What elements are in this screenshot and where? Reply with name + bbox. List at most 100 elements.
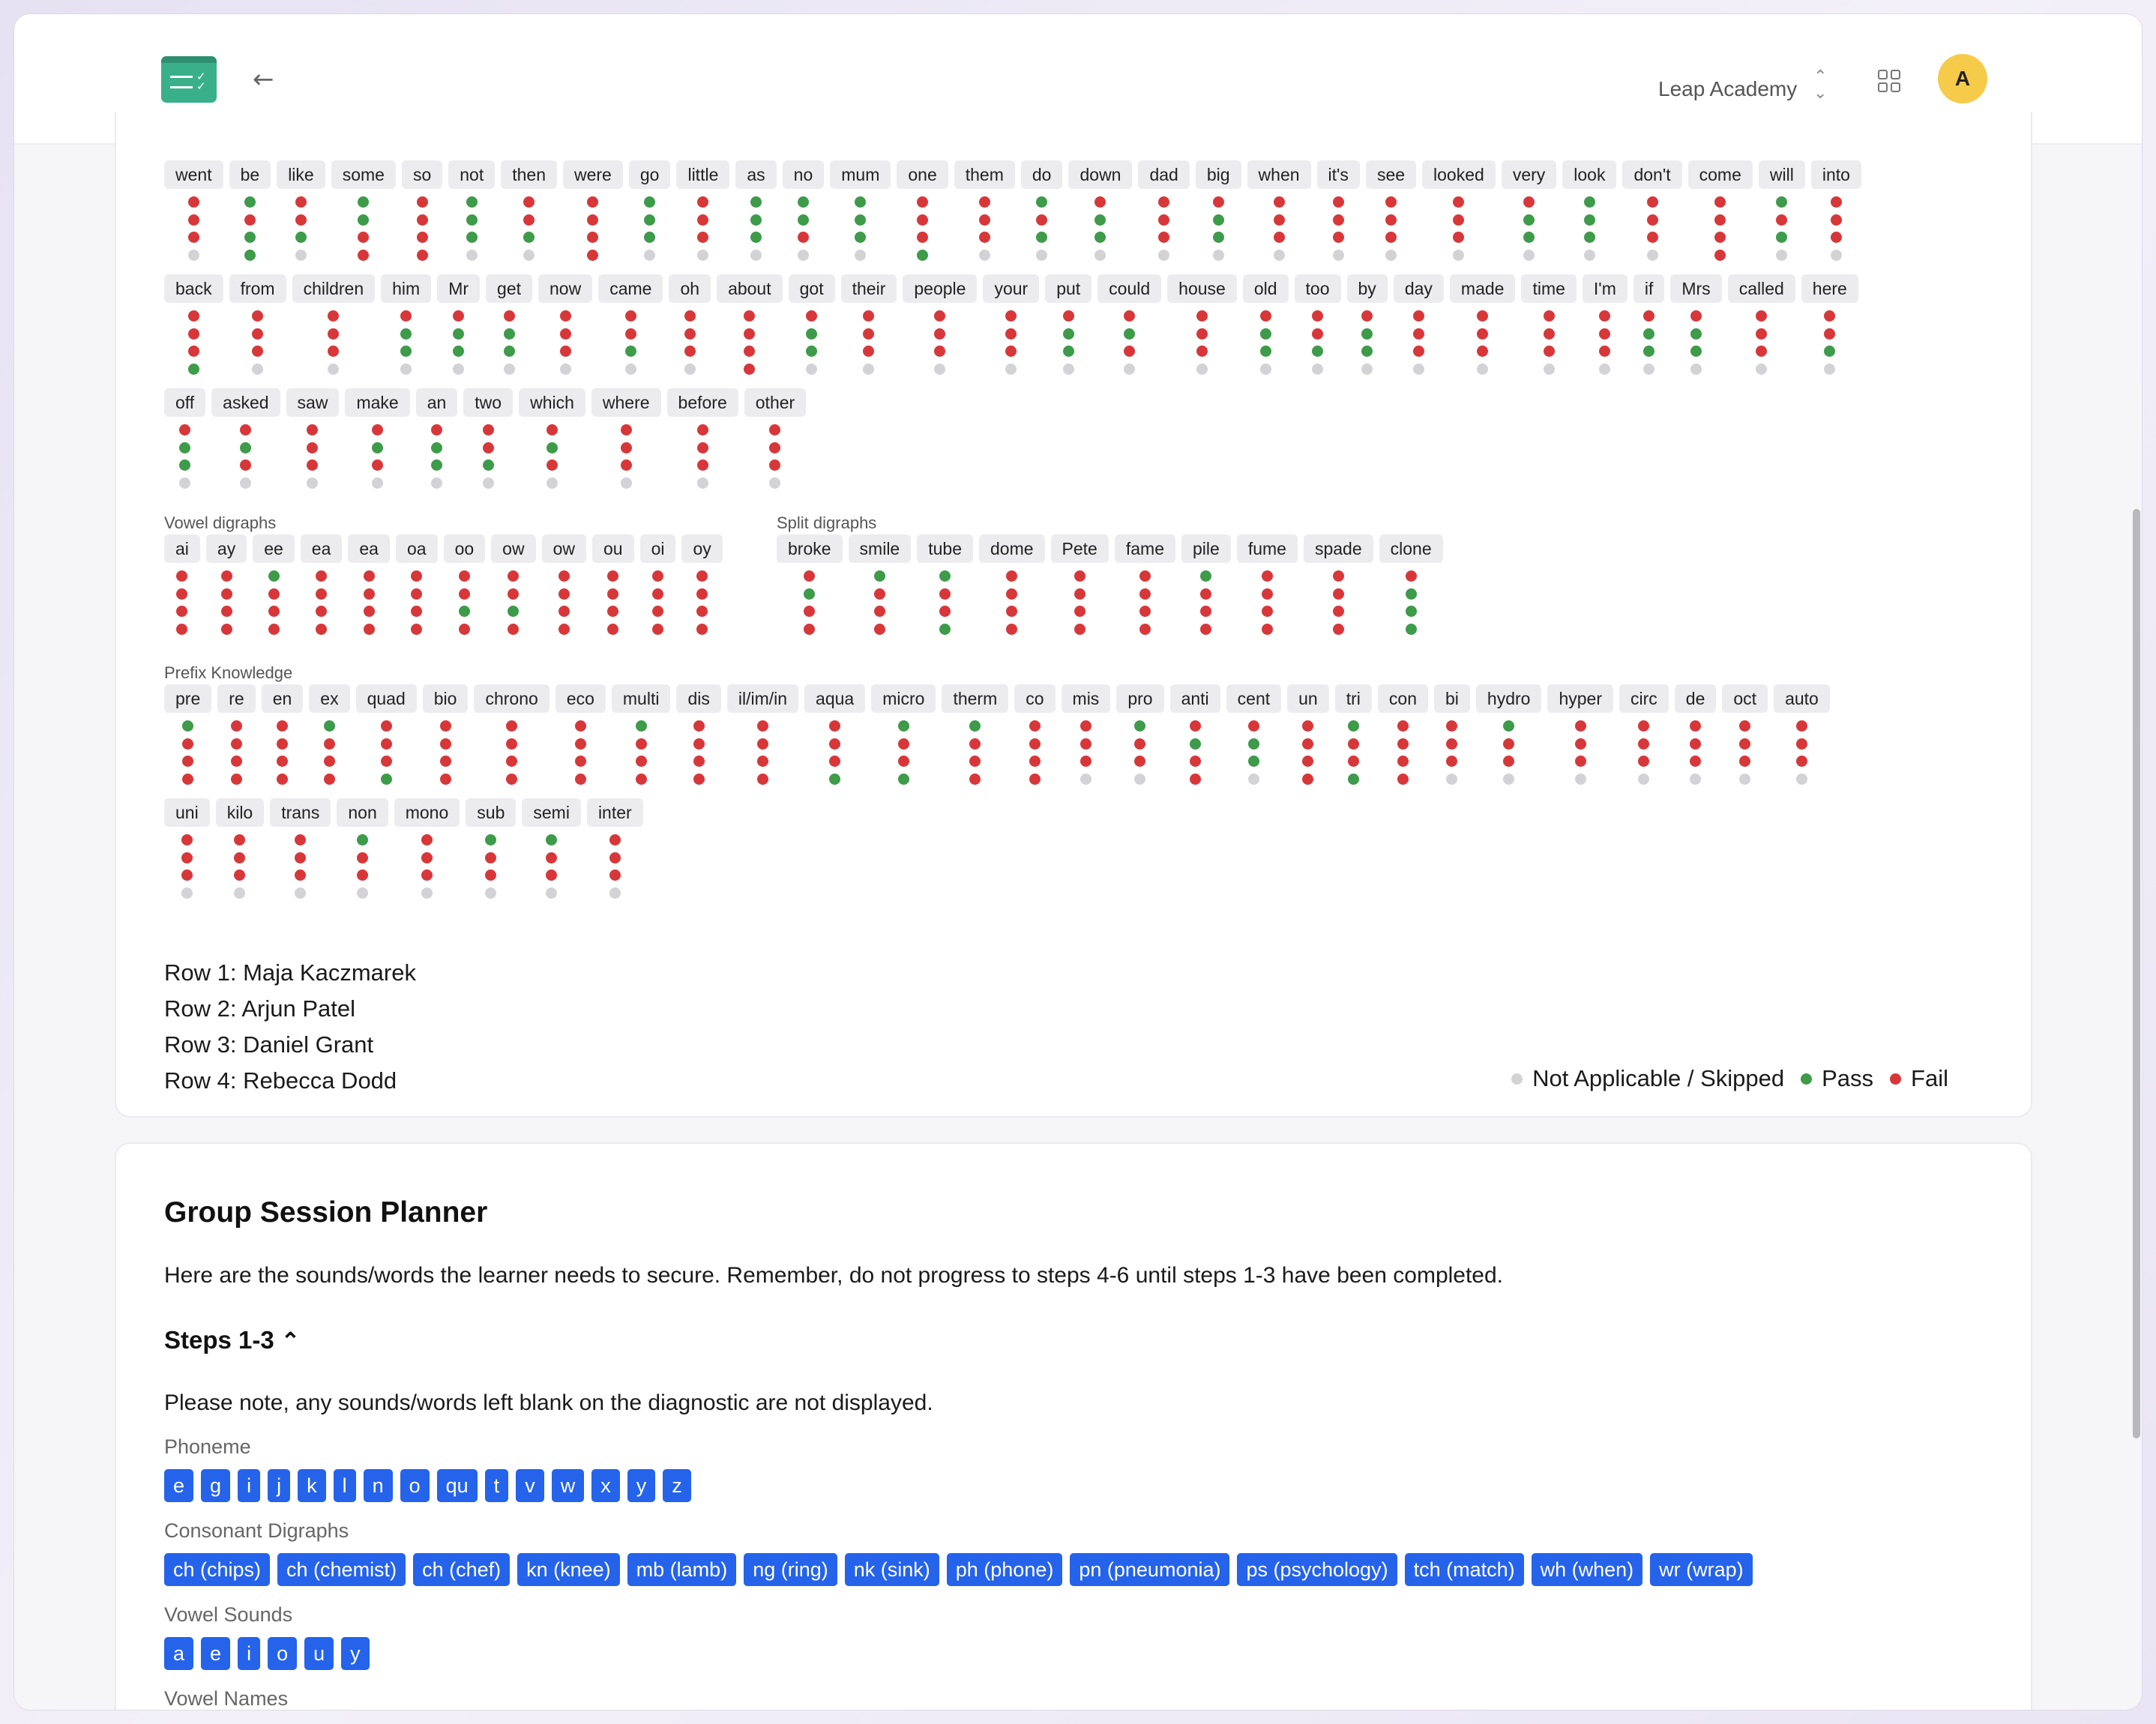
avatar[interactable]: A (1938, 54, 1987, 103)
vowel-sound-button[interactable]: y (341, 1637, 370, 1670)
word-chip: do (1020, 160, 1063, 189)
fail-dot (1273, 232, 1285, 243)
fail-dot (323, 756, 335, 767)
chevron-up-down-icon[interactable]: ⌃ ⌄ (1813, 68, 1827, 101)
phoneme-button[interactable]: j (268, 1469, 291, 1502)
result-dots (453, 310, 465, 381)
pass-dot (644, 232, 656, 243)
consonant-digraph-button[interactable]: ch (chef) (413, 1553, 511, 1586)
pass-dot (240, 441, 252, 453)
result-dots (693, 720, 705, 791)
na-dot (1453, 249, 1465, 261)
fail-dot (978, 214, 990, 226)
result-dots (1477, 310, 1489, 381)
phoneme-button[interactable]: k (298, 1469, 326, 1502)
fail-dot (1006, 606, 1018, 617)
word-column: bi (1434, 684, 1470, 791)
result-dots (644, 196, 656, 267)
na-dot (644, 249, 656, 261)
fail-dot (252, 346, 264, 357)
word-column: oct (1722, 684, 1768, 791)
phoneme-button[interactable]: n (363, 1469, 393, 1502)
phoneme-button[interactable]: v (516, 1469, 544, 1502)
na-dot (252, 363, 264, 375)
word-column: ow (541, 534, 586, 641)
word-column: therm (942, 684, 1009, 791)
apps-grid-icon[interactable] (1878, 70, 1900, 92)
phoneme-button[interactable]: w (551, 1469, 585, 1502)
fail-dot (1397, 756, 1409, 767)
phoneme-button[interactable]: o (400, 1469, 430, 1502)
phoneme-button[interactable]: g (201, 1469, 231, 1502)
consonant-digraph-button[interactable]: pn (pneumonia) (1070, 1553, 1230, 1586)
fail-dot (1795, 756, 1807, 767)
pass-dot (1503, 720, 1515, 732)
consonant-digraph-button[interactable]: nk (sink) (844, 1553, 939, 1586)
phoneme-button[interactable]: t (484, 1469, 509, 1502)
school-selector[interactable]: Leap Academy (1658, 77, 1797, 101)
word-column: time (1521, 274, 1577, 381)
consonant-digraph-button[interactable]: ph (phone) (946, 1553, 1063, 1586)
consonant-digraph-button[interactable]: wh (when) (1531, 1553, 1643, 1586)
word-column: them (954, 160, 1015, 267)
fail-dot (804, 623, 816, 635)
pass-dot (1690, 346, 1702, 357)
word-column: Pete (1050, 534, 1109, 641)
word-chip: il/im/in (726, 684, 799, 713)
word-column: ex (309, 684, 350, 791)
steps-toggle[interactable]: Steps 1-3 ⌃ (164, 1326, 300, 1354)
phoneme-button[interactable]: l (333, 1469, 356, 1502)
word-chip: oa (395, 534, 438, 563)
consonant-digraph-button[interactable]: ch (chips) (164, 1553, 271, 1586)
fail-dot (1824, 310, 1836, 322)
phoneme-button[interactable]: z (663, 1469, 691, 1502)
word-column: re (217, 684, 256, 791)
na-dot (750, 249, 762, 261)
consonant-digraph-button[interactable]: kn (knee) (517, 1553, 620, 1586)
fail-dot (1756, 310, 1768, 322)
phoneme-button[interactable]: y (627, 1469, 656, 1502)
fail-dot (181, 834, 193, 846)
word-chip: ai (164, 534, 200, 563)
consonant-digraph-button[interactable]: ps (psychology) (1237, 1553, 1397, 1586)
phoneme-button[interactable]: qu (436, 1469, 478, 1502)
vowel-sound-button[interactable]: a (164, 1637, 194, 1670)
vowel-sound-button[interactable]: i (238, 1637, 261, 1670)
result-dots (1776, 196, 1788, 267)
fail-dot (416, 249, 428, 261)
fail-dot (187, 214, 199, 226)
fail-dot (609, 869, 621, 881)
consonant-digraph-button[interactable]: mb (lamb) (627, 1553, 737, 1586)
fail-dot (939, 588, 951, 600)
consonant-digraph-button[interactable]: wr (wrap) (1650, 1553, 1753, 1586)
word-chip: could (1097, 274, 1162, 303)
consonant-digraph-button[interactable]: ng (ring) (744, 1553, 837, 1586)
na-dot (503, 363, 515, 375)
fail-dot (411, 606, 423, 617)
fail-dot (624, 310, 636, 322)
pass-dot (1189, 738, 1201, 750)
pass-dot (1405, 623, 1417, 635)
word-column: ee (253, 534, 295, 641)
scrollbar[interactable] (2133, 509, 2140, 1438)
result-dots (416, 196, 428, 267)
phoneme-button[interactable]: i (238, 1469, 261, 1502)
result-dots (1124, 310, 1136, 381)
phoneme-button[interactable]: x (591, 1469, 620, 1502)
pass-dot (1134, 720, 1146, 732)
na-dot (1079, 773, 1091, 785)
back-arrow-icon[interactable]: ← (253, 67, 274, 92)
result-dots (1036, 196, 1048, 267)
fail-dot (252, 328, 264, 340)
phoneme-button[interactable]: e (164, 1469, 194, 1502)
fail-dot (1643, 310, 1655, 322)
result-dots (806, 310, 818, 381)
vowel-sound-button[interactable]: u (304, 1637, 334, 1670)
fail-dot (372, 424, 384, 435)
vowel-sound-button[interactable]: e (201, 1637, 231, 1670)
fail-dot (559, 346, 571, 357)
app-logo-icon[interactable]: ✓ ✓ (161, 56, 217, 103)
consonant-digraph-button[interactable]: ch (chemist) (277, 1553, 406, 1586)
vowel-sound-button[interactable]: o (268, 1637, 298, 1670)
consonant-digraph-button[interactable]: tch (match) (1404, 1553, 1524, 1586)
